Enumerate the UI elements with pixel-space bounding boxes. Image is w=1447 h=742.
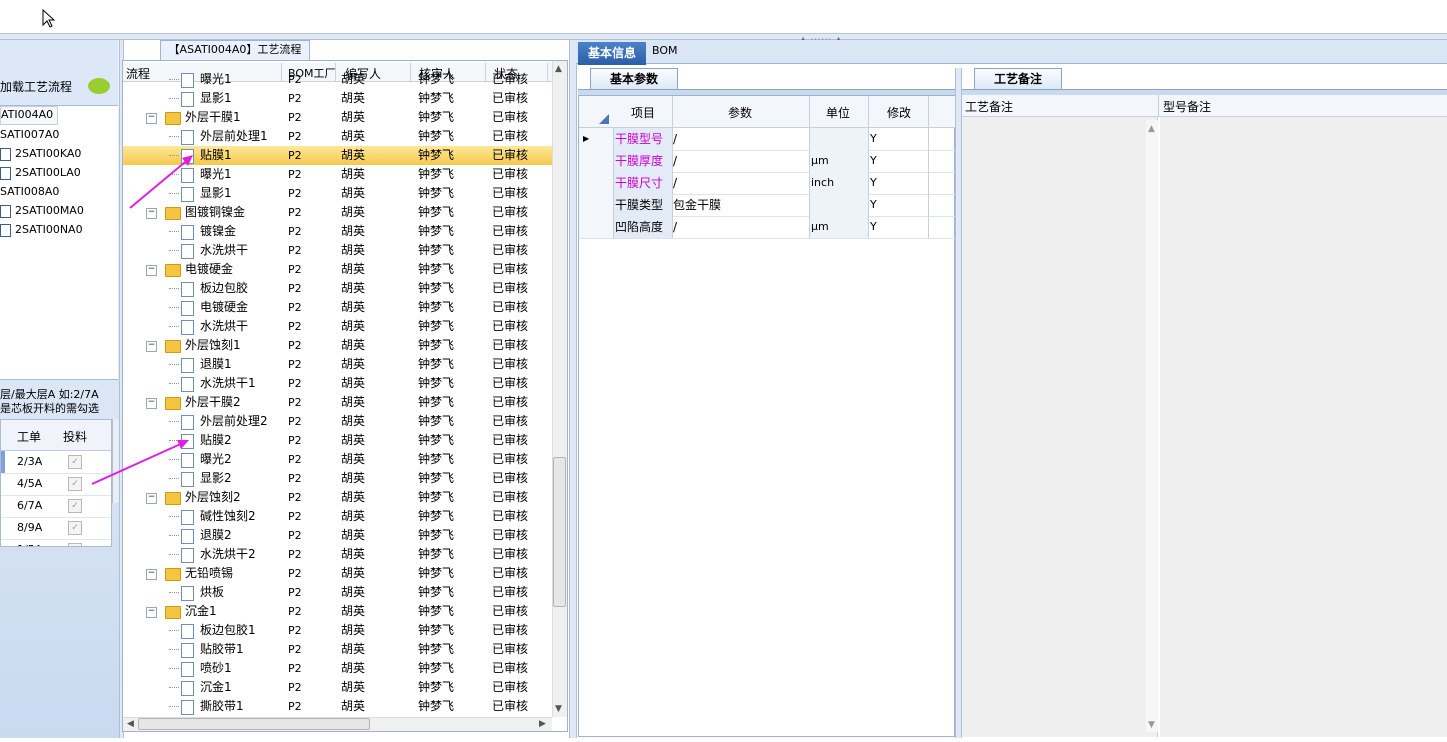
arrow-to-film2-icon	[91, 440, 189, 485]
annotation-arrows	[91, 155, 193, 485]
arrow-to-film1-icon	[129, 155, 193, 209]
